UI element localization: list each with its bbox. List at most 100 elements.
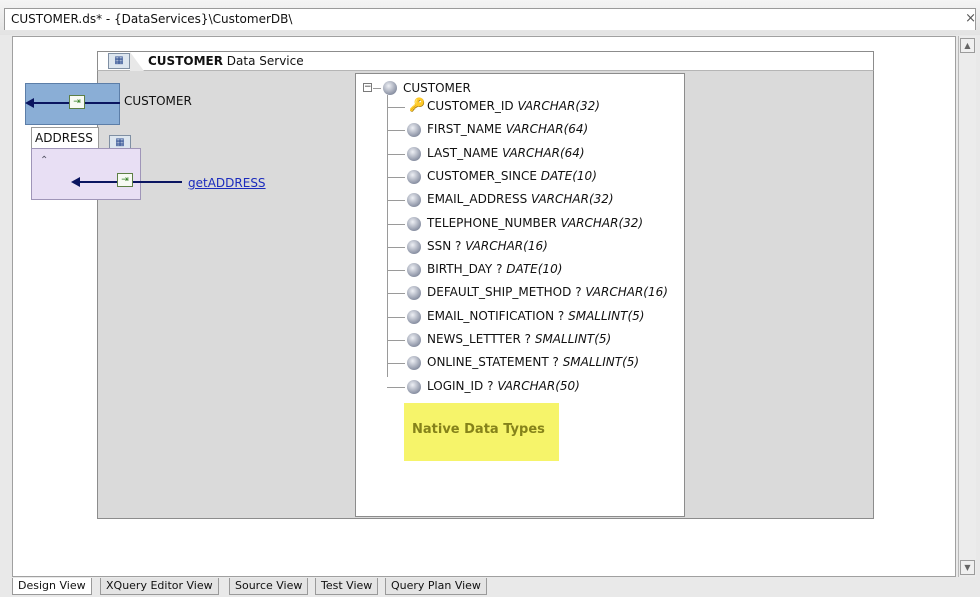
field-type: VARCHAR(32) bbox=[531, 192, 614, 207]
tree-connector bbox=[387, 293, 405, 295]
document-title: CUSTOMER.ds* - {DataServices}\CustomerDB… bbox=[11, 12, 293, 26]
tab-xquery-editor-view[interactable]: XQuery Editor View bbox=[100, 578, 219, 595]
data-service-name: CUSTOMER bbox=[148, 54, 223, 68]
tab-design-view[interactable]: Design View bbox=[12, 578, 92, 595]
field-type: SMALLINT(5) bbox=[562, 355, 640, 370]
tree-connector bbox=[387, 340, 405, 341]
field-type: VARCHAR(64) bbox=[502, 145, 585, 160]
customer-arrow-icon bbox=[25, 98, 34, 108]
schema-field-row[interactable]: EMAIL_NOTIFICATION ? SMALLINT(5) bbox=[387, 307, 687, 327]
customer-operation-label[interactable]: CUSTOMER bbox=[124, 94, 192, 108]
field-name: NEWS_LETTTER bbox=[427, 332, 521, 346]
field-name: EMAIL_ADDRESS bbox=[427, 192, 528, 207]
field-name: LOGIN_ID bbox=[427, 378, 484, 393]
tree-connector bbox=[387, 386, 405, 388]
schema-field-row[interactable]: ONLINE_STATEMENT ? SMALLINT(5) bbox=[387, 353, 687, 373]
vertical-scrollbar[interactable]: ▲ ▼ bbox=[958, 36, 976, 577]
field-name: CUSTOMER_ID bbox=[427, 99, 514, 113]
schema-field-row[interactable]: 🔑 CUSTOMER_ID VARCHAR(32) bbox=[387, 97, 687, 117]
data-service-title: CUSTOMER Data Service bbox=[148, 54, 304, 68]
schema-field-row[interactable]: TELEPHONE_NUMBER VARCHAR(32) bbox=[387, 214, 687, 234]
field-name: EMAIL_NOTIFICATION bbox=[427, 308, 555, 323]
native-data-types-note: Native Data Types bbox=[404, 403, 559, 461]
field-name: FIRST_NAME bbox=[427, 122, 502, 137]
tab-source-view[interactable]: Source View bbox=[229, 578, 309, 595]
tree-connector bbox=[387, 363, 405, 365]
optional-marker: ? bbox=[496, 262, 503, 277]
tree-connector bbox=[387, 130, 405, 132]
close-icon[interactable]: × bbox=[965, 11, 976, 26]
tree-connector bbox=[373, 88, 381, 89]
schema-field-row[interactable]: DEFAULT_SHIP_METHOD ? VARCHAR(16) bbox=[387, 283, 687, 303]
field-type: VARCHAR(32) bbox=[517, 99, 600, 113]
schema-root[interactable]: − CUSTOMER bbox=[363, 80, 563, 98]
field-type: VARCHAR(16) bbox=[465, 238, 548, 253]
get-address-link[interactable]: getADDRESS bbox=[188, 176, 266, 190]
optional-marker: ? bbox=[575, 285, 582, 300]
field-name: DEFAULT_SHIP_METHOD bbox=[427, 285, 572, 300]
field-label: CUSTOMER_SINCE DATE(10) bbox=[427, 169, 597, 183]
schema-field-row[interactable]: BIRTH_DAY ? DATE(10) bbox=[387, 260, 687, 280]
key-icon: 🔑 bbox=[409, 98, 426, 113]
field-name: BIRTH_DAY bbox=[427, 262, 493, 277]
address-label: ADDRESS bbox=[35, 131, 93, 145]
field-label: NEWS_LETTTER ? SMALLINT(5) bbox=[427, 332, 611, 346]
schema-field-row[interactable]: CUSTOMER_SINCE DATE(10) bbox=[387, 167, 687, 187]
field-type: VARCHAR(16) bbox=[585, 285, 668, 300]
field-type: VARCHAR(50) bbox=[497, 378, 580, 393]
field-type: VARCHAR(32) bbox=[560, 215, 644, 230]
collapse-icon[interactable]: − bbox=[363, 83, 372, 92]
collapse-chevron-icon[interactable]: ⌃ bbox=[40, 155, 48, 166]
optional-marker: ? bbox=[557, 308, 565, 323]
element-icon bbox=[383, 81, 397, 95]
tab-query-plan-view[interactable]: Query Plan View bbox=[385, 578, 487, 595]
field-label: DEFAULT_SHIP_METHOD ? VARCHAR(16) bbox=[427, 285, 668, 299]
element-icon bbox=[407, 333, 421, 347]
customer-function-icon: ⇥ bbox=[69, 95, 85, 109]
address-arrow-icon bbox=[71, 177, 80, 187]
data-service-icon: ▦ bbox=[108, 53, 130, 69]
tab-test-view[interactable]: Test View bbox=[315, 578, 379, 595]
schema-field-row[interactable]: FIRST_NAME VARCHAR(64) bbox=[387, 120, 687, 140]
tree-connector bbox=[387, 153, 405, 155]
design-canvas[interactable]: ▦ CUSTOMER Data Service ⇥ CUSTOMER ADDRE… bbox=[12, 36, 956, 577]
field-type: SMALLINT(5) bbox=[534, 332, 612, 346]
schema-field-row[interactable]: EMAIL_ADDRESS VARCHAR(32) bbox=[387, 190, 687, 210]
field-type: DATE(10) bbox=[540, 168, 597, 183]
optional-marker: ? bbox=[524, 332, 531, 346]
schema-field-row[interactable]: LAST_NAME VARCHAR(64) bbox=[387, 144, 687, 164]
schema-field-row[interactable]: NEWS_LETTTER ? SMALLINT(5) bbox=[387, 330, 687, 350]
element-icon bbox=[407, 263, 421, 278]
element-icon bbox=[407, 239, 421, 254]
field-type: VARCHAR(64) bbox=[505, 122, 589, 137]
element-icon bbox=[407, 309, 421, 324]
schema-root-label: CUSTOMER bbox=[403, 81, 471, 95]
field-name: CUSTOMER_SINCE bbox=[427, 168, 537, 183]
scroll-down-icon[interactable]: ▼ bbox=[960, 560, 975, 575]
scroll-up-icon[interactable]: ▲ bbox=[960, 38, 975, 53]
field-label: EMAIL_NOTIFICATION ? SMALLINT(5) bbox=[427, 309, 645, 323]
field-name: LAST_NAME bbox=[427, 145, 499, 160]
field-label: ONLINE_STATEMENT ? SMALLINT(5) bbox=[427, 355, 639, 369]
field-label: CUSTOMER_ID VARCHAR(32) bbox=[427, 99, 600, 113]
tree-connector bbox=[387, 107, 405, 108]
tree-connector bbox=[387, 316, 405, 318]
schema-field-row[interactable]: LOGIN_ID ? VARCHAR(50) bbox=[387, 377, 687, 397]
element-icon bbox=[407, 379, 421, 394]
schema-field-row[interactable]: SSN ? VARCHAR(16) bbox=[387, 237, 687, 257]
tree-connector bbox=[387, 200, 405, 202]
element-icon bbox=[407, 216, 421, 231]
element-icon bbox=[407, 169, 421, 184]
tree-connector bbox=[387, 246, 405, 248]
element-icon bbox=[407, 356, 421, 371]
element-icon bbox=[407, 286, 421, 301]
field-label: BIRTH_DAY ? DATE(10) bbox=[427, 262, 562, 276]
field-type: SMALLINT(5) bbox=[568, 308, 645, 323]
field-label: EMAIL_ADDRESS VARCHAR(32) bbox=[427, 192, 614, 206]
address-tab[interactable]: ADDRESS bbox=[31, 127, 99, 149]
view-tab-bar: Design View XQuery Editor View Source Vi… bbox=[0, 577, 980, 597]
optional-marker: ? bbox=[455, 238, 462, 253]
header-slant-decoration bbox=[130, 52, 144, 71]
document-tab[interactable]: CUSTOMER.ds* - {DataServices}\CustomerDB… bbox=[4, 8, 976, 30]
field-label: FIRST_NAME VARCHAR(64) bbox=[427, 122, 588, 136]
